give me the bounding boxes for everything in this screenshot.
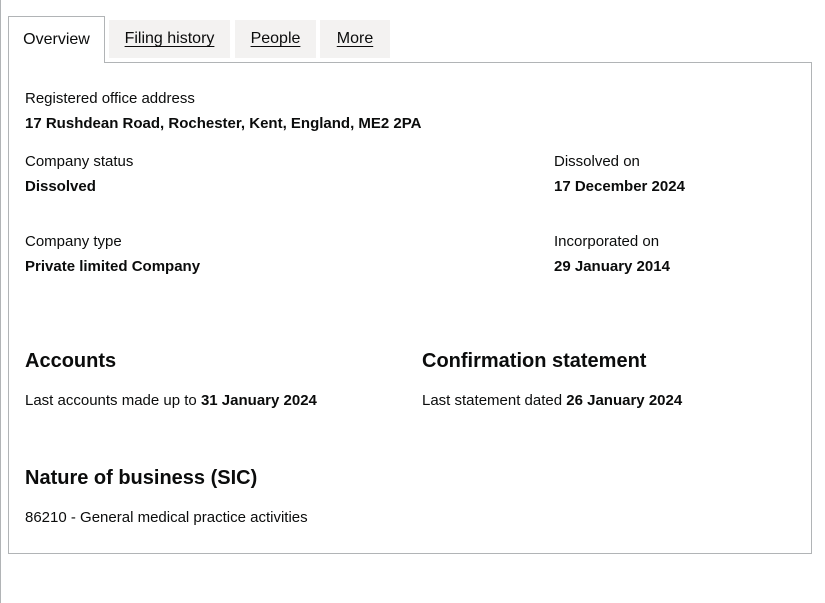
overview-panel: Registered office address 17 Rushdean Ro…	[8, 62, 812, 554]
tab-people[interactable]: People	[235, 20, 316, 58]
dissolved-on-label: Dissolved on	[554, 153, 640, 170]
accounts-heading: Accounts	[25, 350, 117, 372]
confirmation-date: 26 January 2024	[566, 392, 683, 409]
accounts-text-prefix: Last accounts made up to	[25, 392, 197, 409]
registered-office-value: 17 Rushdean Road, Rochester, Kent, Engla…	[25, 115, 422, 132]
sic-item: 86210 - General medical practice activit…	[25, 509, 308, 526]
confirmation-heading: Confirmation statement	[422, 350, 647, 372]
tab-filing-history[interactable]: Filing history	[109, 20, 230, 58]
company-status-value: Dissolved	[25, 178, 96, 195]
company-status-label: Company status	[25, 153, 134, 170]
tab-overview[interactable]: Overview	[8, 16, 105, 63]
accounts-text: Last accounts made up to 31 January 2024	[25, 391, 317, 411]
page-edge	[0, 0, 1, 603]
confirmation-text: Last statement dated 26 January 2024	[422, 391, 682, 411]
company-type-label: Company type	[25, 233, 122, 250]
incorporated-on-label: Incorporated on	[554, 233, 660, 250]
registered-office-label: Registered office address	[25, 90, 195, 107]
sic-heading: Nature of business (SIC)	[25, 467, 258, 489]
confirmation-text-prefix: Last statement dated	[422, 392, 563, 409]
dissolved-on-value: 17 December 2024	[554, 178, 685, 195]
company-type-value: Private limited Company	[25, 258, 201, 275]
incorporated-on-value: 29 January 2014	[554, 258, 670, 275]
tab-more[interactable]: More	[320, 20, 390, 58]
accounts-date: 31 January 2024	[200, 392, 317, 409]
